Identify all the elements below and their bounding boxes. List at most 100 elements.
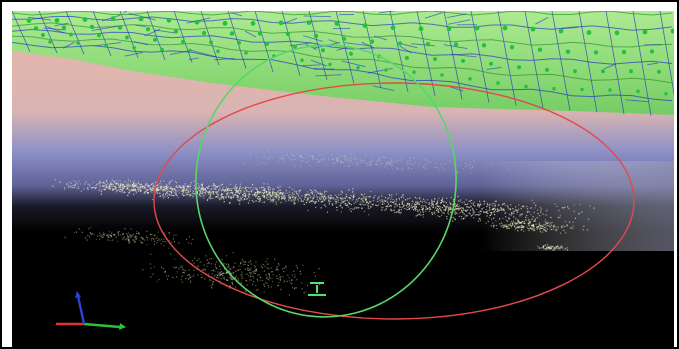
- scaffold-node: [453, 42, 459, 47]
- cloud-point: [171, 188, 173, 190]
- cloud-point: [256, 289, 258, 291]
- cloud-point: [398, 199, 401, 201]
- cloud-point: [320, 193, 322, 195]
- cloud-point: [189, 195, 191, 197]
- cloud-point: [204, 269, 206, 271]
- cloud-point: [266, 267, 268, 269]
- cloud-point: [235, 270, 237, 272]
- cloud-point: [127, 179, 130, 181]
- cloud-point: [100, 182, 102, 184]
- cloud-point: [331, 203, 333, 205]
- cloud-point: [239, 200, 241, 202]
- cloud-point: [293, 196, 295, 198]
- cloud-point: [286, 192, 288, 194]
- cloud-point: [504, 224, 506, 226]
- cloud-point: [479, 220, 481, 222]
- cloud-point: [193, 185, 195, 187]
- cloud-point: [367, 204, 369, 206]
- cloud-point: [242, 199, 244, 201]
- cloud-point: [359, 203, 361, 205]
- cloud-point: [533, 227, 535, 229]
- cloud-point: [501, 226, 503, 228]
- cloud-point: [352, 208, 354, 210]
- cloud-point: [291, 159, 293, 161]
- cloud-point: [68, 181, 70, 183]
- cloud-point: [219, 187, 221, 189]
- cloud-point: [401, 201, 403, 203]
- cloud-point: [472, 202, 474, 204]
- cloud-point: [278, 264, 280, 266]
- cloud-point: [277, 284, 279, 286]
- cloud-point: [248, 275, 250, 277]
- cloud-point: [174, 180, 176, 183]
- cloud-point: [117, 183, 119, 185]
- cloud-point: [422, 216, 425, 218]
- cloud-point: [307, 194, 309, 196]
- cloud-point: [346, 204, 348, 206]
- cloud-point: [409, 163, 411, 165]
- cloud-point: [200, 261, 202, 263]
- cloud-point: [479, 204, 481, 206]
- cloud-point: [336, 160, 338, 162]
- cloud-point: [228, 193, 230, 195]
- cloud-point: [180, 190, 182, 193]
- cloud-point: [259, 199, 261, 201]
- cloud-point: [212, 269, 215, 271]
- cloud-point: [105, 187, 107, 189]
- cloud-point: [514, 221, 517, 224]
- cloud-point: [337, 161, 339, 163]
- cloud-point: [188, 278, 190, 280]
- cloud-point: [72, 185, 74, 187]
- cloud-point: [349, 198, 351, 200]
- cloud-point: [517, 226, 519, 228]
- cloud-point: [388, 163, 391, 165]
- cloud-point: [435, 162, 437, 164]
- cloud-point: [418, 210, 420, 212]
- cloud-point: [386, 206, 388, 208]
- cloud-point: [541, 247, 543, 249]
- cloud-point: [569, 227, 571, 229]
- cloud-point: [532, 224, 535, 226]
- cloud-point: [127, 238, 129, 240]
- cloud-point: [273, 188, 275, 190]
- cloud-point: [394, 200, 396, 202]
- cloud-point: [265, 191, 268, 193]
- cloud-point: [408, 207, 410, 210]
- cloud-point: [567, 249, 569, 251]
- cloud-point: [310, 196, 312, 199]
- cloud-point: [531, 227, 533, 230]
- cloud-point: [298, 195, 300, 197]
- cloud-point: [198, 258, 200, 260]
- cloud-point: [459, 207, 461, 209]
- cloud-point: [484, 167, 486, 169]
- cloud-point: [458, 215, 460, 217]
- cloud-point: [145, 183, 147, 185]
- 3d-viewport[interactable]: [12, 11, 674, 347]
- cloud-point: [364, 204, 366, 206]
- cloud-point: [241, 187, 243, 189]
- cloud-point: [447, 212, 449, 214]
- cloud-point: [170, 192, 173, 195]
- cloud-point: [126, 234, 128, 236]
- cloud-point: [283, 267, 285, 269]
- cloud-point: [218, 274, 220, 276]
- scaffold-node: [496, 81, 500, 85]
- cloud-point: [155, 190, 158, 192]
- cloud-point: [322, 153, 324, 155]
- cloud-point: [245, 198, 247, 200]
- cloud-point: [168, 183, 171, 186]
- cloud-point: [122, 192, 124, 194]
- cloud-point: [114, 186, 116, 188]
- cloud-point: [105, 180, 107, 182]
- cloud-point: [150, 188, 152, 190]
- cloud-point: [469, 163, 471, 165]
- cloud-point: [149, 263, 151, 265]
- cloud-point: [220, 271, 223, 273]
- cloud-point: [306, 285, 309, 287]
- cloud-point: [545, 230, 547, 232]
- cloud-point: [288, 279, 291, 281]
- cloud-point: [252, 184, 254, 186]
- scaffold-node: [524, 84, 528, 89]
- cloud-point: [390, 165, 393, 167]
- cloud-point: [452, 220, 454, 222]
